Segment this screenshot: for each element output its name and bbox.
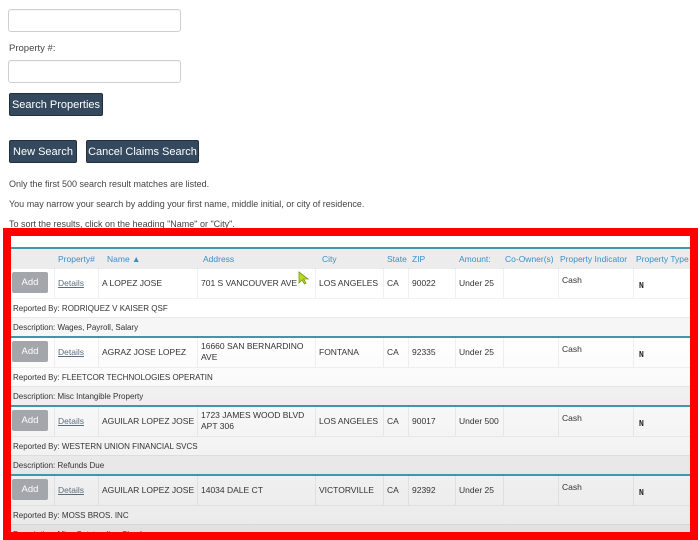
amount-cell: Under 500 xyxy=(456,406,504,436)
property-type-cell: N xyxy=(634,475,690,505)
city-cell: VICTORVILLE xyxy=(316,475,384,505)
property-type-cell: N xyxy=(634,406,690,436)
property-type-cell: N xyxy=(634,268,690,298)
details-link[interactable]: Details xyxy=(58,278,84,289)
name-cell: A LOPEZ JOSE xyxy=(99,268,198,298)
header-address[interactable]: Address xyxy=(203,254,234,264)
reported-by-row: Reported By: FLEETCOR TECHNOLOGIES OPERA… xyxy=(11,367,690,386)
property-indicator-cell: Cash xyxy=(559,337,634,367)
zip-cell: 90017 xyxy=(409,406,456,436)
add-button[interactable]: Add xyxy=(12,479,48,500)
add-cell: Add xyxy=(11,268,55,298)
co-owner-cell xyxy=(504,337,559,367)
details-cell: Details xyxy=(55,337,99,367)
reported-by-row: Reported By: WESTERN UNION FINANCIAL SVC… xyxy=(11,436,690,455)
city-cell: LOS ANGELES xyxy=(316,406,384,436)
zip-cell: 92335 xyxy=(409,337,456,367)
header-city[interactable]: City xyxy=(322,254,337,264)
description-row: Description: Misc Intangible Property xyxy=(11,386,690,405)
details-link[interactable]: Details xyxy=(58,485,84,496)
narrow-search-note: You may narrow your search by adding you… xyxy=(9,199,365,209)
zip-cell: 90022 xyxy=(409,268,456,298)
amount-cell: Under 25 xyxy=(456,475,504,505)
address-cell: 16660 SAN BERNARDINO AVE xyxy=(198,337,316,367)
co-owner-cell xyxy=(504,268,559,298)
co-owner-cell xyxy=(504,406,559,436)
property-type-value: N xyxy=(639,280,644,290)
property-type-cell: N xyxy=(634,337,690,367)
results-table: Property# Name ▲ Address City State ZIP … xyxy=(11,236,690,532)
details-link[interactable]: Details xyxy=(58,347,84,358)
name-input[interactable] xyxy=(8,9,181,32)
table-row: Add Details AGRAZ JOSE LOPEZ 16660 SAN B… xyxy=(11,337,690,367)
reported-by-row: Reported By: RODRIQUEZ V KAISER QSF xyxy=(11,298,690,317)
header-state[interactable]: State xyxy=(387,254,407,264)
search-properties-button[interactable]: Search Properties xyxy=(9,93,103,116)
address-cell: 1723 JAMES WOOD BLVD APT 306 xyxy=(198,406,316,436)
new-search-button[interactable]: New Search xyxy=(9,140,77,163)
state-cell: CA xyxy=(384,268,409,298)
add-button[interactable]: Add xyxy=(12,272,48,293)
add-cell: Add xyxy=(11,406,55,436)
header-co-owners[interactable]: Co-Owner(s) xyxy=(505,254,554,264)
property-indicator-cell: Cash xyxy=(559,406,634,436)
amount-cell: Under 25 xyxy=(456,268,504,298)
property-number-input[interactable] xyxy=(8,60,181,83)
state-cell: CA xyxy=(384,406,409,436)
table-row: Add Details AGUILAR LOPEZ JOSE 14034 DAL… xyxy=(11,475,690,505)
add-cell: Add xyxy=(11,337,55,367)
header-name[interactable]: Name ▲ xyxy=(107,254,140,264)
property-type-value: N xyxy=(639,349,644,359)
table-row: Add Details A LOPEZ JOSE 701 S VANCOUVER… xyxy=(11,268,690,298)
header-zip[interactable]: ZIP xyxy=(412,254,425,264)
header-property-indicator[interactable]: Property Indicator xyxy=(560,254,627,264)
name-cell: AGUILAR LOPEZ JOSE xyxy=(99,406,198,436)
state-cell: CA xyxy=(384,475,409,505)
description-row: Description: Misc Outstanding Checks xyxy=(11,524,690,532)
details-link[interactable]: Details xyxy=(58,416,84,427)
amount-cell: Under 25 xyxy=(456,337,504,367)
description-row: Description: Wages, Payroll, Salary xyxy=(11,317,690,336)
reported-by-row: Reported By: MOSS BROS. INC xyxy=(11,505,690,524)
name-cell: AGRAZ JOSE LOPEZ xyxy=(99,337,198,367)
table-row: Add Details AGUILAR LOPEZ JOSE 1723 JAME… xyxy=(11,406,690,436)
add-button[interactable]: Add xyxy=(12,341,48,362)
details-cell: Details xyxy=(55,406,99,436)
property-number-label: Property #: xyxy=(9,43,56,54)
state-cell: CA xyxy=(384,337,409,367)
highlight-frame: Property# Name ▲ Address City State ZIP … xyxy=(3,228,698,540)
co-owner-cell xyxy=(504,475,559,505)
city-cell: FONTANA xyxy=(316,337,384,367)
details-cell: Details xyxy=(55,475,99,505)
table-header-row: Property# Name ▲ Address City State ZIP … xyxy=(11,249,690,269)
results-limit-note: Only the first 500 search result matches… xyxy=(9,179,210,189)
city-cell: LOS ANGELES xyxy=(316,268,384,298)
name-cell: AGUILAR LOPEZ JOSE xyxy=(99,475,198,505)
details-cell: Details xyxy=(55,268,99,298)
property-indicator-cell: Cash xyxy=(559,268,634,298)
header-property-number[interactable]: Property# xyxy=(58,254,95,264)
zip-cell: 92392 xyxy=(409,475,456,505)
address-cell: 14034 DALE CT xyxy=(198,475,316,505)
property-type-value: N xyxy=(639,487,644,497)
add-button[interactable]: Add xyxy=(12,410,48,431)
property-indicator-cell: Cash xyxy=(559,475,634,505)
mouse-cursor-icon xyxy=(298,271,310,285)
property-type-value: N xyxy=(639,418,644,428)
description-row: Description: Refunds Due xyxy=(11,455,690,474)
add-cell: Add xyxy=(11,475,55,505)
header-property-type[interactable]: Property Type xyxy=(636,254,689,264)
cancel-claims-search-button[interactable]: Cancel Claims Search xyxy=(86,140,199,163)
header-amount[interactable]: Amount: xyxy=(459,254,491,264)
